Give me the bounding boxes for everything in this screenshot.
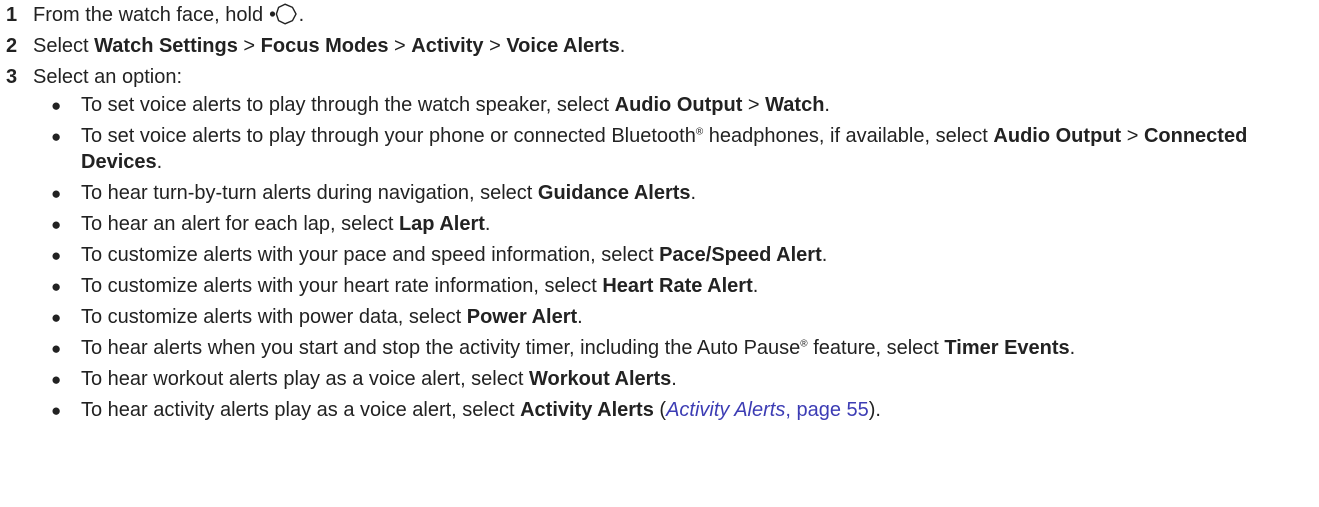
option-setting-name: Lap Alert [398, 212, 485, 235]
option-text: To set voice alerts to play through your… [81, 125, 696, 147]
step-3: 3 Select an option: [0, 62, 1319, 93]
option-item: To set voice alerts to play through your… [0, 124, 1319, 175]
step-text-after: . [298, 4, 305, 26]
option-text: . [752, 274, 759, 297]
option-text: To hear activity alerts play as a voice … [81, 398, 521, 421]
option-text: . [577, 305, 583, 328]
option-setting-name: Heart Rate Alert [602, 274, 753, 297]
instructions-document: 1 From the watch face, hold . 2 Select W… [0, 0, 1319, 429]
step-text: From the watch face, hold . [33, 0, 304, 31]
option-text: . [821, 243, 828, 266]
step-2: 2 Select Watch Settings > Focus Modes > … [0, 31, 1319, 62]
cross-reference-page[interactable]: , page 55 [785, 399, 868, 421]
option-item: To set voice alerts to play through the … [0, 93, 1319, 119]
option-text: To set voice alerts to play through the … [81, 94, 615, 116]
registered-mark: ® [800, 337, 808, 349]
option-text: . [1069, 336, 1076, 359]
option-text: ( [653, 398, 667, 421]
step-text-fragment: . [619, 35, 626, 57]
option-text: To hear alerts when you start and stop t… [81, 336, 801, 359]
option-item: To hear turn-by-turn alerts during navig… [0, 181, 1319, 207]
step-number: 3 [6, 66, 18, 88]
option-setting-name: Pace/Speed Alert [659, 243, 822, 266]
step-text: Select Watch Settings > Focus Modes > Ac… [33, 31, 625, 62]
option-setting-name: Watch [765, 94, 825, 116]
option-text: To customize alerts with your pace and s… [81, 243, 660, 266]
menu-path-item: Focus Modes [260, 35, 389, 57]
step-text-fragment: Select [33, 35, 95, 57]
option-text: To hear workout alerts play as a voice a… [81, 367, 529, 390]
option-text: > [742, 94, 766, 116]
option-item: To customize alerts with your pace and s… [0, 243, 1319, 269]
menu-path-item: Watch Settings [94, 35, 238, 57]
options-list: To set voice alerts to play through the … [0, 93, 1319, 423]
menu-path-item: Activity [411, 35, 484, 57]
option-item: To hear alerts when you start and stop t… [0, 336, 1319, 362]
option-text: ). [868, 398, 881, 421]
option-text: . [824, 94, 830, 116]
step-number: 1 [6, 4, 18, 26]
option-text: feature, select [807, 336, 945, 359]
option-setting-name: Guidance Alerts [537, 181, 691, 204]
option-setting-name: Audio Output [614, 94, 743, 116]
option-text: . [484, 212, 491, 235]
step-number: 2 [6, 35, 18, 57]
option-setting-name: Power Alert [466, 305, 578, 328]
option-text: . [671, 367, 677, 390]
step-text-fragment: > [388, 35, 412, 57]
option-text: To customize alerts with power data, sel… [81, 305, 467, 328]
option-text: To hear an alert for each lap, select [81, 212, 399, 235]
option-setting-name: Workout Alerts [529, 367, 672, 390]
option-setting-name: Timer Events [944, 336, 1070, 359]
step-1: 1 From the watch face, hold . [0, 0, 1319, 31]
option-item: To customize alerts with power data, sel… [0, 305, 1319, 331]
step-text-before: From the watch face, hold [33, 4, 269, 26]
option-text: . [156, 150, 163, 173]
cross-reference-link[interactable]: Activity Alerts [666, 399, 785, 421]
option-setting-name: Audio Output [993, 125, 1122, 147]
option-setting-name: Activity Alerts [520, 398, 654, 421]
option-text: . [690, 181, 697, 204]
option-item: To customize alerts with your heart rate… [0, 274, 1319, 300]
option-item: To hear activity alerts play as a voice … [0, 398, 1319, 424]
option-text: To customize alerts with your heart rate… [81, 274, 603, 297]
option-item: To hear an alert for each lap, select La… [0, 212, 1319, 238]
option-text: headphones, if available, select [703, 125, 994, 147]
option-text: > [1121, 125, 1144, 147]
step-text-fragment: > [237, 35, 261, 57]
option-text: To hear turn-by-turn alerts during navig… [81, 181, 538, 204]
menu-path-item: Voice Alerts [506, 35, 620, 57]
step-text: Select an option: [33, 66, 182, 88]
watch-button-icon [269, 2, 299, 26]
step-text-fragment: > [483, 35, 507, 57]
option-item: To hear workout alerts play as a voice a… [0, 367, 1319, 393]
